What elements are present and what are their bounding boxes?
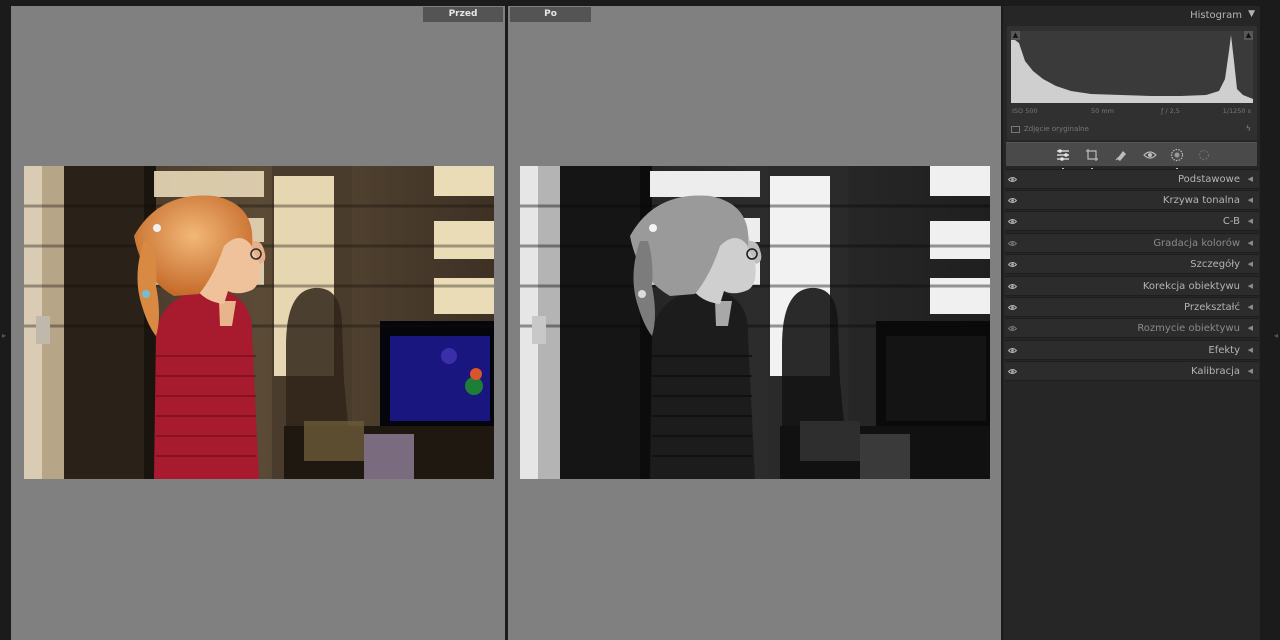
triangle-left-icon[interactable]: ◀ (1248, 196, 1253, 204)
exif-iso: ISO 500 (1012, 107, 1038, 115)
triangle-left-icon[interactable]: ◀ (1248, 367, 1253, 375)
triangle-left-icon[interactable]: ◀ (1248, 217, 1253, 225)
healing-icon[interactable] (1112, 146, 1130, 164)
eye-icon[interactable] (1008, 261, 1017, 268)
section-transform[interactable]: Przekształć ◀ (1005, 297, 1259, 317)
triangle-left-icon[interactable]: ◀ (1248, 175, 1253, 183)
masking-icon[interactable] (1168, 146, 1186, 170)
exif-focal-length: 50 mm (1091, 107, 1115, 115)
triangle-left-icon[interactable]: ◀ (1248, 260, 1253, 268)
histogram-title: Histogram (1190, 10, 1242, 21)
red-eye-icon[interactable] (1141, 146, 1159, 164)
original-photo-label: Zdjęcie oryginalne (1024, 125, 1089, 133)
lightning-icon[interactable]: ϟ (1246, 124, 1251, 133)
bw-photo-girl (520, 166, 990, 479)
exif-shutter: 1/1250 s (1222, 107, 1251, 115)
section-lens-corrections[interactable]: Korekcja obiektywu ◀ (1005, 276, 1259, 296)
right-panel-toggle-icon[interactable]: ◂ (1272, 330, 1280, 342)
before-photo[interactable] (24, 166, 494, 479)
color-photo-girl (24, 166, 494, 479)
histogram-graph[interactable]: ▲ ▲ (1011, 31, 1253, 103)
section-label: Przekształć (1183, 302, 1240, 313)
section-label: Krzywa tonalna (1162, 195, 1240, 206)
section-label: Rozmycie obiektywu (1137, 323, 1240, 334)
histogram-header[interactable]: Histogram ▼ (1003, 6, 1260, 26)
eye-icon[interactable] (1008, 368, 1017, 375)
section-label: C-B (1222, 216, 1240, 227)
histogram-panel: ▲ ▲ ISO 500 50 mm ƒ / 2,5 1/1250 s Zdjęc… (1007, 26, 1257, 140)
highlight-clipping-icon[interactable]: ▲ (1244, 31, 1253, 40)
original-photo-row[interactable]: Zdjęcie oryginalne ϟ (1011, 124, 1253, 136)
section-tone-curve[interactable]: Krzywa tonalna ◀ (1005, 190, 1259, 210)
edit-sliders-icon[interactable] (1054, 146, 1072, 170)
eye-icon[interactable] (1008, 240, 1017, 247)
before-pane: Przed (11, 6, 505, 640)
section-lens-blur[interactable]: Rozmycie obiektywu ◀ (1005, 318, 1259, 338)
left-panel-toggle-icon[interactable]: ▸ (0, 330, 8, 342)
histogram-curve (1011, 35, 1253, 103)
crop-icon[interactable] (1083, 146, 1101, 170)
original-photo-checkbox[interactable] (1011, 126, 1020, 133)
tool-strip (1006, 142, 1257, 170)
triangle-down-icon[interactable]: ▼ (1248, 9, 1255, 19)
shadow-clipping-icon[interactable]: ▲ (1011, 31, 1020, 40)
triangle-left-icon[interactable]: ◀ (1248, 346, 1253, 354)
section-effects[interactable]: Efekty ◀ (1005, 340, 1259, 360)
triangle-left-icon[interactable]: ◀ (1248, 324, 1253, 332)
triangle-left-icon[interactable]: ◀ (1248, 239, 1253, 247)
eye-icon[interactable] (1008, 218, 1017, 225)
presets-icon[interactable] (1195, 146, 1213, 164)
section-detail[interactable]: Szczegóły ◀ (1005, 254, 1259, 274)
exif-aperture: ƒ / 2,5 (1161, 107, 1180, 115)
section-calibration[interactable]: Kalibracja ◀ (1005, 361, 1259, 381)
eye-icon[interactable] (1008, 283, 1017, 290)
section-label: Gradacja kolorów (1153, 238, 1240, 249)
lightroom-window: ▸ ◂ Przed Po Histogram ▼ ▲ ▲ ISO 500 50 … (0, 0, 1280, 640)
before-label: Przed (423, 7, 503, 22)
section-label: Szczegóły (1190, 259, 1240, 270)
triangle-left-icon[interactable]: ◀ (1248, 282, 1253, 290)
after-label: Po (510, 7, 591, 22)
section-label: Korekcja obiektywu (1142, 281, 1240, 292)
section-label: Efekty (1208, 345, 1240, 356)
section-label: Kalibracja (1190, 366, 1240, 377)
eye-icon[interactable] (1008, 347, 1017, 354)
eye-icon[interactable] (1008, 197, 1017, 204)
panel-scrollbar[interactable] (1260, 6, 1266, 640)
develop-right-panel: Histogram ▼ ▲ ▲ ISO 500 50 mm ƒ / 2,5 1/… (1003, 6, 1260, 640)
eye-icon[interactable] (1008, 325, 1017, 332)
section-label: Podstawowe (1177, 174, 1240, 185)
section-basic[interactable]: Podstawowe ◀ (1005, 169, 1259, 189)
eye-icon[interactable] (1008, 176, 1017, 183)
triangle-left-icon[interactable]: ◀ (1248, 303, 1253, 311)
after-pane: Po (508, 6, 1001, 640)
section-color-grading[interactable]: Gradacja kolorów ◀ (1005, 233, 1259, 253)
eye-icon[interactable] (1008, 304, 1017, 311)
after-photo[interactable] (520, 166, 990, 479)
section-bw[interactable]: C-B ◀ (1005, 211, 1259, 231)
